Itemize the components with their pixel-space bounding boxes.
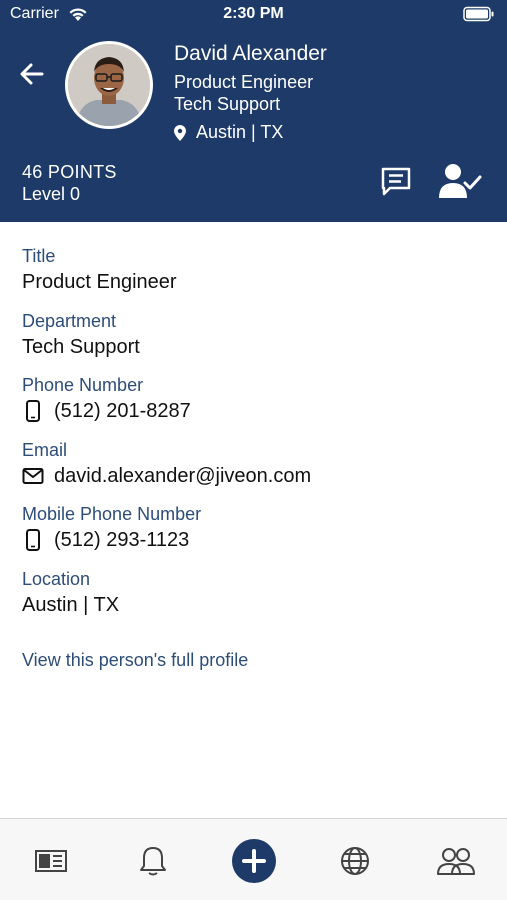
tab-news[interactable] bbox=[31, 841, 71, 881]
bell-icon bbox=[140, 847, 166, 876]
mobile-value: (512) 293-1123 bbox=[54, 529, 190, 551]
title-label: Title bbox=[22, 246, 56, 266]
tab-places[interactable] bbox=[335, 841, 375, 881]
location-pin-icon bbox=[174, 124, 186, 141]
level-label: Level 0 bbox=[22, 184, 81, 204]
profile-location: Austin | TX bbox=[174, 122, 283, 143]
points-count: 46 POINTS bbox=[22, 162, 117, 182]
mobile-field: Mobile Phone Number (512) 293-1123 bbox=[22, 502, 492, 567]
profile-details: Title Product Engineer Department Tech S… bbox=[22, 244, 492, 631]
profile-header: Carrier 2:30 PM David Alexander Product … bbox=[0, 0, 507, 222]
location-value: Austin | TX bbox=[22, 593, 120, 616]
location-label: Location bbox=[22, 568, 91, 589]
phone-icon bbox=[26, 400, 40, 422]
full-profile-link[interactable]: View this person's full profile bbox=[22, 650, 248, 671]
phone-value: (512) 201-8287 bbox=[54, 400, 191, 422]
avatar-photo bbox=[68, 44, 150, 126]
mail-icon bbox=[22, 467, 44, 484]
phone-row[interactable]: (512) 201-8287 bbox=[22, 397, 492, 425]
email-row[interactable]: david.alexander@jiveon.com bbox=[22, 462, 492, 490]
department-value: Tech Support bbox=[22, 335, 140, 358]
department-field: Department Tech Support bbox=[22, 309, 492, 374]
message-button[interactable] bbox=[380, 166, 412, 198]
mobile-label: Mobile Phone Number bbox=[22, 504, 202, 524]
phone-field: Phone Number (512) 201-8287 bbox=[22, 373, 492, 438]
status-time: 2:30 PM bbox=[223, 5, 284, 22]
status-bar: Carrier 2:30 PM bbox=[0, 0, 507, 30]
phone-label: Phone Number bbox=[22, 375, 144, 395]
tab-bar bbox=[0, 818, 507, 900]
battery-icon bbox=[463, 6, 494, 22]
title-field: Title Product Engineer bbox=[22, 244, 492, 309]
tab-notifications[interactable] bbox=[133, 841, 173, 881]
globe-icon bbox=[341, 847, 369, 875]
mobile-row[interactable]: (512) 293-1123 bbox=[22, 526, 492, 554]
location-field: Location Austin | TX bbox=[22, 567, 492, 632]
back-button[interactable] bbox=[18, 60, 46, 88]
tab-create[interactable] bbox=[232, 839, 276, 883]
people-icon bbox=[437, 848, 475, 875]
tab-people[interactable] bbox=[436, 841, 476, 881]
follow-button[interactable] bbox=[438, 162, 482, 200]
email-label: Email bbox=[22, 439, 68, 460]
profile-location-text: Austin | TX bbox=[196, 122, 284, 142]
plus-icon bbox=[242, 849, 266, 873]
email-field: Email david.alexander@jiveon.com bbox=[22, 438, 492, 503]
avatar bbox=[65, 41, 153, 129]
news-icon bbox=[35, 850, 67, 872]
department-label: Department bbox=[22, 310, 117, 331]
profile-title: Product Engineer bbox=[174, 72, 314, 92]
title-value: Product Engineer bbox=[22, 271, 177, 293]
email-value: david.alexander@jiveon.com bbox=[54, 464, 312, 487]
mobile-phone-icon bbox=[26, 529, 40, 551]
profile-department: Tech Support bbox=[174, 94, 281, 114]
profile-name: David Alexander bbox=[174, 42, 327, 65]
